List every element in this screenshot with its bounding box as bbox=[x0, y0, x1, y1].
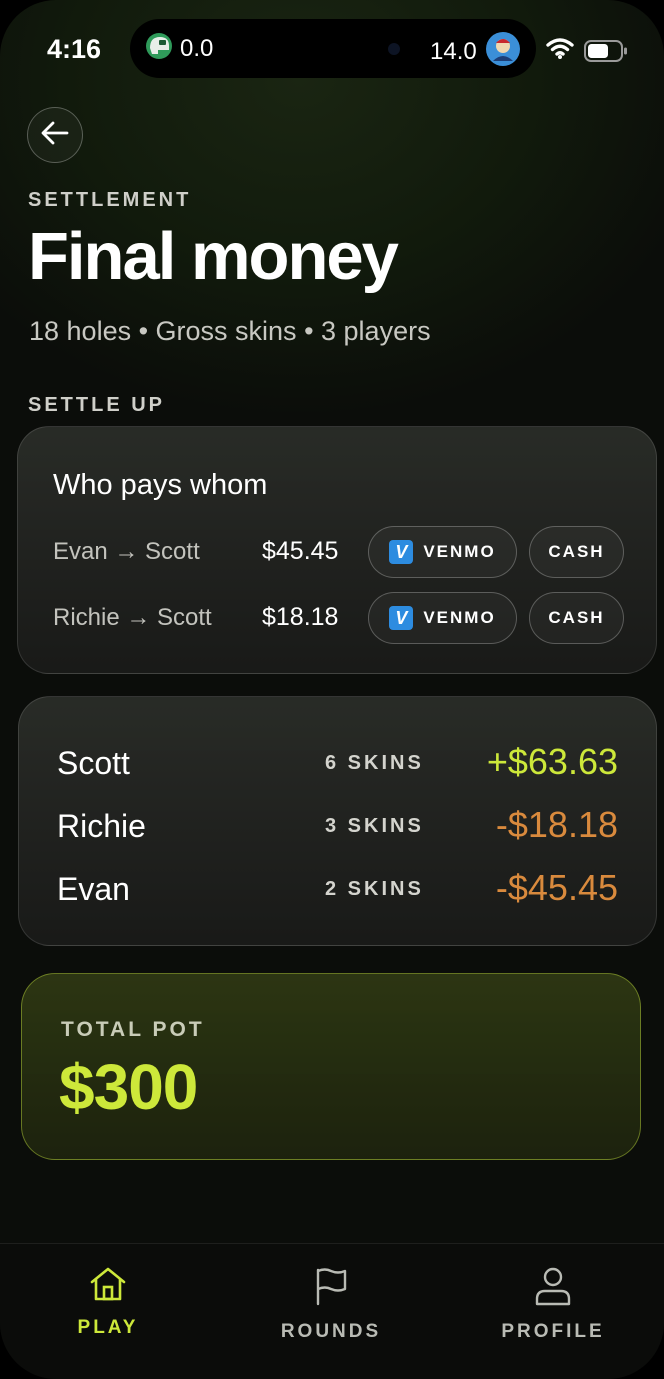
camera-dot bbox=[388, 43, 400, 55]
standings-card: Scott 6 SKINS +$63.63 Richie 3 SKINS -$1… bbox=[18, 696, 657, 946]
payment-row: Richie → Scott $18.18 V VENMO CASH bbox=[18, 592, 656, 646]
user-icon bbox=[533, 1266, 573, 1311]
dynamic-island: 0.0 14.0 bbox=[130, 19, 536, 78]
cash-button[interactable]: CASH bbox=[529, 526, 624, 578]
live-activity-right: 14.0 bbox=[430, 31, 521, 72]
payments-card-title: Who pays whom bbox=[53, 469, 268, 501]
battery-icon bbox=[584, 40, 628, 67]
venmo-button-label: VENMO bbox=[423, 542, 496, 561]
cash-button[interactable]: CASH bbox=[529, 592, 624, 644]
tab-profile[interactable]: PROFILE bbox=[493, 1266, 613, 1343]
right-score: 14.0 bbox=[430, 37, 477, 65]
payment-parties: Richie → Scott bbox=[53, 604, 212, 631]
page-eyebrow: SETTLEMENT bbox=[28, 189, 192, 211]
total-pot-card: TOTAL POT $300 bbox=[21, 973, 641, 1160]
player-skins: 3 SKINS bbox=[325, 815, 424, 837]
tab-play[interactable]: PLAY bbox=[58, 1266, 158, 1339]
player-skins: 2 SKINS bbox=[325, 878, 424, 900]
back-button[interactable] bbox=[27, 107, 83, 163]
cash-button-label: CASH bbox=[548, 608, 605, 627]
player-money: -$45.45 bbox=[495, 867, 618, 908]
venmo-button-label: VENMO bbox=[423, 608, 496, 627]
flag-icon bbox=[311, 1266, 351, 1311]
tab-rounds-label: ROUNDS bbox=[280, 1321, 382, 1342]
player-skins: 6 SKINS bbox=[325, 752, 424, 774]
tab-play-label: PLAY bbox=[77, 1317, 139, 1338]
standing-row: Richie 3 SKINS -$18.18 bbox=[19, 802, 656, 852]
total-pot-label: TOTAL POT bbox=[61, 1018, 205, 1041]
tab-bar: PLAY ROUNDS PROFILE bbox=[0, 1243, 664, 1379]
payment-amount: $18.18 bbox=[262, 603, 339, 631]
player-name: Evan bbox=[57, 871, 130, 907]
tab-profile-label: PROFILE bbox=[501, 1321, 605, 1342]
phone-screen: 4:16 0.0 14.0 SETTLEMENT Final money 18 … bbox=[0, 0, 664, 1379]
player-money: -$18.18 bbox=[495, 804, 618, 845]
venmo-icon: V bbox=[389, 540, 414, 564]
live-activity-left: 0.0 bbox=[144, 31, 213, 66]
player-money: +$63.63 bbox=[486, 741, 618, 782]
payments-card: Who pays whom Evan → Scott $45.45 V VENM… bbox=[17, 426, 657, 674]
cash-button-label: CASH bbox=[548, 542, 605, 561]
player-name: Scott bbox=[57, 745, 130, 781]
arrow-left-icon bbox=[40, 120, 70, 151]
venmo-button[interactable]: V VENMO bbox=[368, 526, 517, 578]
helmet-icon bbox=[144, 31, 174, 66]
page-title: Final money bbox=[28, 219, 399, 294]
venmo-icon: V bbox=[389, 606, 414, 630]
venmo-button[interactable]: V VENMO bbox=[368, 592, 517, 644]
standing-row: Scott 6 SKINS +$63.63 bbox=[19, 739, 656, 789]
settle-up-label: SETTLE UP bbox=[28, 394, 166, 416]
home-icon bbox=[88, 1266, 128, 1307]
payment-row: Evan → Scott $45.45 V VENMO CASH bbox=[18, 526, 656, 580]
player-name: Richie bbox=[57, 808, 146, 844]
tab-rounds[interactable]: ROUNDS bbox=[271, 1266, 391, 1343]
wifi-icon bbox=[546, 38, 574, 65]
status-time: 4:16 bbox=[47, 34, 102, 64]
left-score: 0.0 bbox=[180, 34, 214, 62]
team-logo-icon bbox=[485, 31, 521, 72]
payment-amount: $45.45 bbox=[262, 537, 339, 565]
total-pot-value: $300 bbox=[59, 1051, 198, 1123]
page-subtitle: 18 holes • Gross skins • 3 players bbox=[29, 316, 431, 346]
payment-parties: Evan → Scott bbox=[53, 538, 200, 565]
standing-row: Evan 2 SKINS -$45.45 bbox=[19, 865, 656, 915]
